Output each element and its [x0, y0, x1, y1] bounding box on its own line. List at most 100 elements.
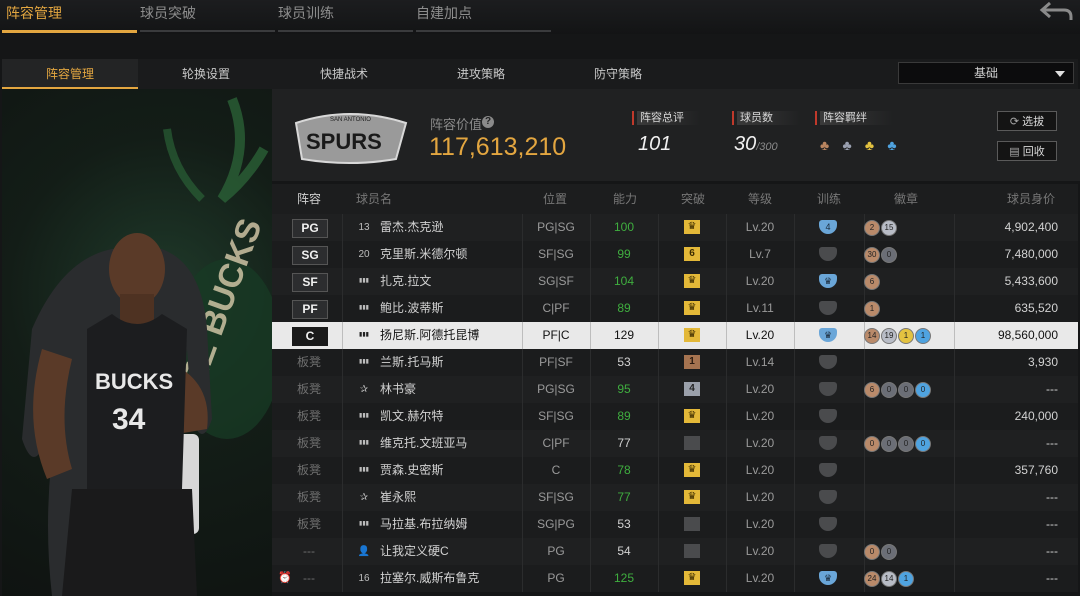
breakthrough-badge[interactable]: 4	[684, 382, 700, 396]
player-name[interactable]: 维克托.文班亚马	[380, 430, 467, 457]
table-row[interactable]: PG 13 雷杰.杰克逊 PG|SG 100 ♛ Lv.20 4 2 15 4,902,400	[272, 214, 1078, 241]
table-row[interactable]: SF ▮▮▮ 扎克.拉文 SG|SF 104 ♛ Lv.20 ♛ 6 5,433,600	[272, 268, 1078, 295]
training-shield-icon[interactable]	[819, 463, 837, 477]
crown-icon[interactable]: ♛	[684, 328, 700, 342]
training-shield-icon[interactable]	[819, 355, 837, 369]
back-arrow-icon[interactable]	[1038, 0, 1074, 24]
player-name[interactable]: 贾森.史密斯	[380, 457, 443, 484]
col-value[interactable]: 球员身价	[1007, 184, 1055, 214]
crown-icon[interactable]: ♛	[684, 274, 700, 288]
lineup-slot[interactable]: 板凳	[292, 403, 326, 430]
badge-group[interactable]: 2 15	[864, 214, 898, 241]
col-ability[interactable]: 能力	[613, 184, 637, 214]
player-name[interactable]: 凯文.赫尔特	[380, 403, 443, 430]
locked-break-icon[interactable]: ▬	[684, 544, 700, 558]
player-name[interactable]: 林书豪	[380, 376, 416, 403]
lineup-slot[interactable]: SG	[292, 246, 328, 265]
training-shield-icon[interactable]	[819, 490, 837, 504]
player-name[interactable]: 鲍比.波蒂斯	[380, 295, 443, 322]
crown-icon[interactable]: ♛	[684, 409, 700, 423]
top-tab-custom-points[interactable]: 自建加点	[416, 0, 551, 32]
table-row[interactable]: PF ▮▮▮ 鲍比.波蒂斯 C|PF 89 ♛ Lv.11 1 635,520	[272, 295, 1078, 322]
lineup-slot[interactable]: ---	[292, 565, 326, 592]
top-tab-lineup[interactable]: 阵容管理	[2, 0, 137, 33]
training-shield-icon[interactable]: ♛	[819, 571, 837, 585]
crown-icon[interactable]: ♛	[684, 301, 700, 315]
table-row[interactable]: --- 👤 让我定义硬C PG 54 ▬ Lv.20 0 0 ---	[272, 538, 1078, 565]
training-shield-icon[interactable]: ♛	[819, 328, 837, 342]
bond-icons[interactable]: ♣ ♣ ♣ ♣	[820, 137, 905, 155]
lineup-slot[interactable]: 板凳	[292, 457, 326, 484]
player-name[interactable]: 崔永熙	[380, 484, 416, 511]
col-training[interactable]: 训练	[817, 184, 841, 214]
lineup-slot[interactable]: PG	[292, 219, 328, 238]
help-icon[interactable]: ?	[482, 116, 494, 128]
sub-tab-lineup[interactable]: 阵容管理	[2, 59, 138, 89]
badge-group[interactable]: 0000	[864, 430, 932, 457]
lineup-slot[interactable]: ---	[292, 538, 326, 565]
lineup-slot[interactable]: 板凳	[292, 511, 326, 538]
player-name[interactable]: 兰斯.托马斯	[380, 349, 443, 376]
player-name[interactable]: 克里斯.米德尔顿	[380, 241, 467, 268]
badge-group[interactable]: 1	[864, 295, 881, 322]
training-shield-icon[interactable]	[819, 247, 837, 261]
crown-icon[interactable]: ♛	[684, 490, 700, 504]
top-tab-training[interactable]: 球员训练	[278, 0, 413, 32]
badge-group[interactable]: 24 14 1	[864, 565, 915, 592]
table-row[interactable]: 板凳 ✰ 崔永熙 SF|SG 77 ♛ Lv.20 ---	[272, 484, 1078, 511]
table-row[interactable]: 板凳 ▮▮▮ 兰斯.托马斯 PF|SF 53 1 Lv.14 3,930	[272, 349, 1078, 376]
training-shield-icon[interactable]	[819, 436, 837, 450]
sub-tab-defense[interactable]: 防守策略	[550, 59, 686, 89]
table-row[interactable]: C ▮▮▮ 扬尼斯.阿德托昆博 PF|C 129 ♛ Lv.20 ♛ 14 19 1 1 98,560,…	[272, 322, 1078, 349]
locked-break-icon[interactable]: ▬	[684, 436, 700, 450]
lineup-slot[interactable]: 板凳	[292, 349, 326, 376]
training-shield-icon[interactable]	[819, 382, 837, 396]
lineup-slot[interactable]: 板凳	[292, 430, 326, 457]
bond-silver-icon[interactable]: ♣	[842, 137, 860, 155]
badge-group[interactable]: 30 0	[864, 241, 898, 268]
lineup-slot[interactable]: 板凳	[292, 484, 326, 511]
crown-icon[interactable]: ♛	[684, 463, 700, 477]
bond-blue-icon[interactable]: ♣	[887, 137, 905, 155]
badge-group[interactable]: 14 19 1 1	[864, 322, 932, 349]
lineup-slot[interactable]: PF	[292, 300, 328, 319]
table-row[interactable]: 板凳 ▮▮▮ 凯文.赫尔特 SF|SG 89 ♛ Lv.20 240,000	[272, 403, 1078, 430]
player-name[interactable]: 扬尼斯.阿德托昆博	[380, 322, 479, 349]
player-name[interactable]: 马拉基.布拉纳姆	[380, 511, 467, 538]
table-row[interactable]: 板凳 ✰ 林书豪 PG|SG 95 4 Lv.20 6 0 0 0 ---	[272, 376, 1078, 403]
lineup-slot[interactable]: 板凳	[292, 376, 326, 403]
table-row[interactable]: 板凳 ▮▮▮ 马拉基.布拉纳姆 SG|PG 53 ▬ Lv.20 ---	[272, 511, 1078, 538]
col-badges[interactable]: 徽章	[894, 184, 918, 214]
locked-break-icon[interactable]: ▬	[684, 517, 700, 531]
lineup-slot[interactable]: SF	[292, 273, 328, 292]
breakthrough-badge[interactable]: 1	[684, 355, 700, 369]
player-name[interactable]: 雷杰.杰克逊	[380, 214, 443, 241]
bond-gold-icon[interactable]: ♣	[865, 137, 883, 155]
training-shield-icon[interactable]: ♛	[819, 274, 837, 288]
sub-tab-rotation[interactable]: 轮换设置	[138, 59, 274, 89]
crown-icon[interactable]: ♛	[684, 220, 700, 234]
bond-bronze-icon[interactable]: ♣	[820, 137, 838, 155]
recycle-button[interactable]: ▤ 回收	[997, 141, 1057, 161]
table-row[interactable]: ⏰ --- 16 拉塞尔.威斯布鲁克 PG 125 ♛ Lv.20 ♛ 24 14 1 ---	[272, 565, 1078, 592]
view-select[interactable]: 基础	[898, 62, 1074, 84]
table-row[interactable]: SG 20 克里斯.米德尔顿 SF|SG 99 6 Lv.7 30 0 7,480,000	[272, 241, 1078, 268]
training-shield-icon[interactable]	[819, 409, 837, 423]
crown-icon[interactable]: ♛	[684, 571, 700, 585]
sub-tab-quick-tactics[interactable]: 快捷战术	[276, 59, 412, 89]
badge-group[interactable]: 6	[864, 268, 881, 295]
col-level[interactable]: 等级	[748, 184, 772, 214]
col-lineup[interactable]: 阵容	[297, 184, 321, 214]
player-name[interactable]: 扎克.拉文	[380, 268, 431, 295]
col-break[interactable]: 突破	[681, 184, 705, 214]
select-button[interactable]: ⟳ 选拔	[997, 111, 1057, 131]
player-name[interactable]: 拉塞尔.威斯布鲁克	[380, 565, 479, 592]
table-row[interactable]: 板凳 ▮▮▮ 维克托.文班亚马 C|PF 77 ▬ Lv.20 0 0 0 0 ---	[272, 430, 1078, 457]
training-shield-icon[interactable]	[819, 301, 837, 315]
training-shield-icon[interactable]	[819, 544, 837, 558]
badge-group[interactable]: 00	[864, 538, 898, 565]
col-position[interactable]: 位置	[543, 184, 567, 214]
training-shield-icon[interactable]: 4	[819, 220, 837, 234]
lineup-slot[interactable]: C	[292, 327, 328, 346]
breakthrough-badge[interactable]: 6	[684, 247, 700, 261]
